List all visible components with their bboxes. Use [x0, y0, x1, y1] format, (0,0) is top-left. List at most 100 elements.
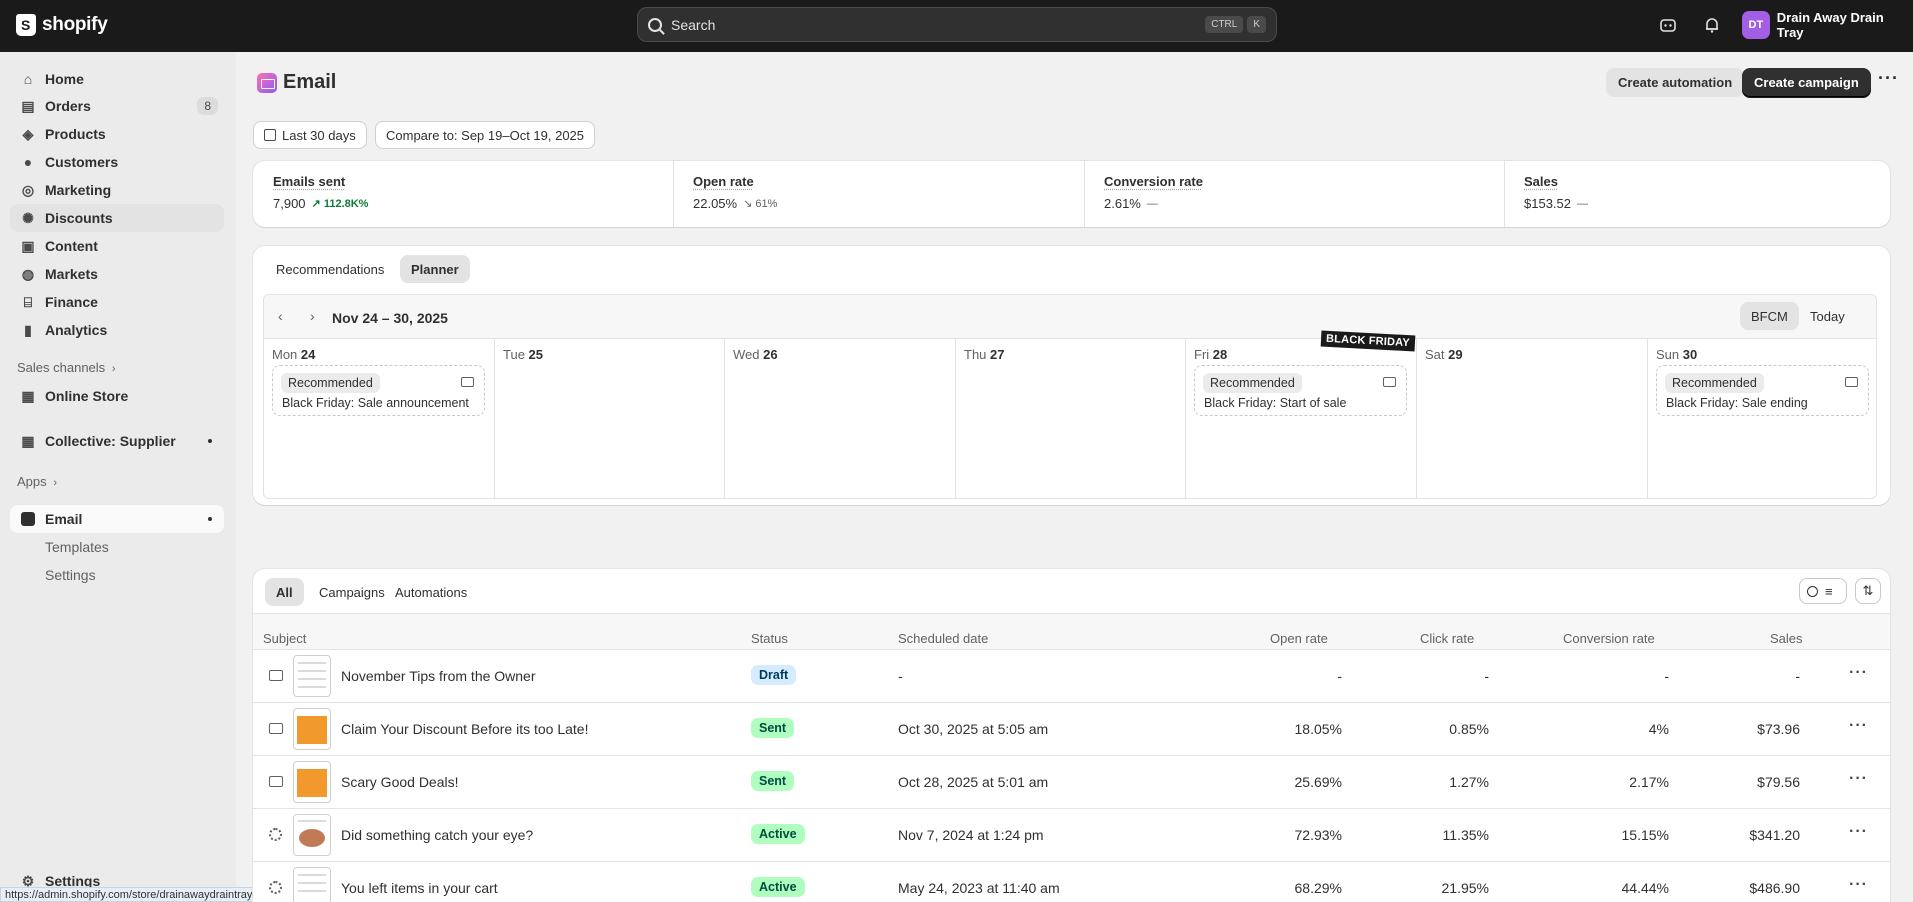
sidebar-item-marketing[interactable]: ◎ Marketing: [10, 176, 224, 204]
recommended-event[interactable]: Recommended Black Friday: Sale ending: [1656, 365, 1869, 416]
day-column[interactable]: Fri 28 Recommended Black Friday: Start o…: [1186, 339, 1417, 498]
day-column[interactable]: Sun 30 Recommended Black Friday: Sale en…: [1648, 339, 1876, 498]
chevron-right-icon[interactable]: ›: [310, 308, 315, 324]
day-column[interactable]: Sat 29: [1417, 339, 1648, 498]
metric-sales[interactable]: Sales $153.52 —: [1504, 161, 1890, 227]
column-header-status[interactable]: Status: [751, 631, 788, 646]
tab-campaigns[interactable]: Campaigns: [308, 578, 396, 606]
discount-icon: ✺: [22, 209, 34, 226]
chevron-left-icon[interactable]: ‹: [278, 308, 283, 324]
metric-value: 22.05%: [693, 196, 738, 211]
sidebar-item-email[interactable]: Email: [10, 505, 224, 533]
create-campaign-button[interactable]: Create campaign: [1742, 68, 1871, 97]
pin-dot-icon: [208, 439, 212, 443]
day-of-week: Thu: [964, 347, 987, 362]
column-header-conversion-rate[interactable]: Conversion rate: [1563, 631, 1655, 646]
sales-cell: $341.20: [1749, 827, 1800, 843]
search-input[interactable]: Search CTRL K: [637, 7, 1277, 42]
page-title: Email: [257, 71, 336, 94]
sidebar: ⌂ Home ▤ Orders 8 ◈ Products ● Customers…: [0, 52, 236, 902]
apps-label: Apps: [17, 474, 47, 489]
sidebar-item-products[interactable]: ◈ Products: [10, 120, 224, 148]
sort-icon[interactable]: ⇅: [1855, 578, 1881, 604]
metric-label: Emails sent: [273, 174, 346, 189]
today-button[interactable]: Today: [1799, 302, 1856, 330]
bar-chart-icon: ▮: [24, 321, 32, 338]
bell-icon[interactable]: [1703, 16, 1721, 34]
sales-channels-heading[interactable]: Sales channels ›: [17, 360, 116, 375]
tab-automations[interactable]: Automations: [384, 578, 478, 606]
day-column[interactable]: Tue 25: [495, 339, 725, 498]
column-header-open-rate[interactable]: Open rate: [1270, 631, 1328, 646]
date-range-label: Last 30 days: [282, 127, 356, 143]
table-row[interactable]: Claim Your Discount Before its too Late!…: [253, 702, 1890, 755]
more-actions-icon[interactable]: ···: [1878, 68, 1899, 89]
recommended-event[interactable]: Recommended Black Friday: Sale announcem…: [272, 365, 485, 416]
metric-delta: ↘ 61%: [743, 198, 778, 210]
store-menu[interactable]: DT Drain Away Drain Tray: [1742, 10, 1913, 40]
compare-button[interactable]: Compare to: Sep 19–Oct 19, 2025: [375, 121, 596, 149]
sidebar-item-analytics[interactable]: ▮ Analytics: [10, 316, 224, 344]
tab-all[interactable]: All: [265, 578, 304, 606]
sidebar-item-finance[interactable]: ⌸ Finance: [10, 288, 224, 316]
conversion-rate-cell: 15.15%: [1621, 827, 1669, 843]
row-more-icon[interactable]: ···: [1849, 876, 1868, 894]
tab-planner[interactable]: Planner: [400, 255, 470, 283]
sidebar-item-collective[interactable]: ▦ Collective: Supplier: [10, 427, 224, 455]
metric-conversion-rate[interactable]: Conversion rate 2.61% —: [1084, 161, 1504, 227]
automation-gear-icon: [269, 828, 282, 841]
sidebar-item-home[interactable]: ⌂ Home: [10, 65, 224, 93]
recommended-event[interactable]: Recommended Black Friday: Start of sale: [1194, 365, 1407, 416]
row-more-icon[interactable]: ···: [1849, 770, 1868, 788]
metric-emails-sent[interactable]: Emails sent 7,900 ↗ 112.8K%: [253, 161, 673, 227]
automation-gear-icon: [269, 881, 282, 894]
metric-delta: ↗ 112.8K%: [311, 198, 369, 210]
sidebar-item-markets[interactable]: ◍ Markets: [10, 260, 224, 288]
day-date: 26: [763, 347, 778, 362]
sidebar-item-orders[interactable]: ▤ Orders 8: [10, 92, 224, 120]
row-more-icon[interactable]: ···: [1849, 664, 1868, 682]
email-thumbnail: [293, 655, 331, 697]
calendar-icon: [264, 129, 276, 141]
day-column[interactable]: Mon 24 Recommended Black Friday: Sale an…: [264, 339, 495, 498]
click-rate-cell: 1.27%: [1449, 774, 1489, 790]
apps-heading[interactable]: Apps ›: [17, 474, 57, 489]
shopify-logo[interactable]: shopify: [16, 14, 108, 36]
table-row[interactable]: Scary Good Deals! Sent Oct 28, 2025 at 5…: [253, 755, 1890, 808]
page-title-text: Email: [283, 71, 337, 93]
table-row[interactable]: You left items in your cart Active May 2…: [253, 861, 1890, 902]
status-badge: Sent: [751, 771, 795, 791]
column-header-click-rate[interactable]: Click rate: [1420, 631, 1474, 646]
metric-open-rate[interactable]: Open rate 22.05% ↘ 61%: [673, 161, 1084, 227]
day-name: Thu 27: [964, 347, 1005, 362]
status-badge: Active: [751, 877, 805, 897]
column-header-subject[interactable]: Subject: [263, 631, 306, 646]
day-column[interactable]: Wed 26: [725, 339, 956, 498]
day-column[interactable]: Thu 27: [956, 339, 1186, 498]
day-of-week: Mon: [272, 347, 298, 362]
date-range-button[interactable]: Last 30 days: [253, 121, 367, 149]
open-rate-cell: 18.05%: [1294, 721, 1342, 737]
tab-recommendations[interactable]: Recommendations: [265, 255, 395, 283]
table-row[interactable]: November Tips from the Owner Draft - - -…: [253, 649, 1890, 702]
sidebar-item-templates[interactable]: Templates: [45, 539, 109, 555]
sidekick-icon[interactable]: [1659, 16, 1677, 34]
sidebar-item-label: Email: [45, 511, 83, 527]
inbox-icon: ▤: [21, 97, 35, 114]
day-name: Tue 25: [503, 347, 543, 362]
sidebar-item-customers[interactable]: ● Customers: [10, 148, 224, 176]
column-header-scheduled-date[interactable]: Scheduled date: [898, 631, 988, 646]
conversion-rate-cell: 44.44%: [1621, 880, 1669, 896]
sidebar-item-content[interactable]: ▣ Content: [10, 232, 224, 260]
bfcm-button[interactable]: BFCM: [1740, 302, 1799, 330]
column-header-sales[interactable]: Sales: [1770, 631, 1803, 646]
row-more-icon[interactable]: ···: [1849, 823, 1868, 841]
sidebar-item-online-store[interactable]: ▦ Online Store: [10, 382, 224, 410]
open-rate-cell: 25.69%: [1294, 774, 1342, 790]
sidebar-item-email-settings[interactable]: Settings: [45, 567, 96, 583]
row-more-icon[interactable]: ···: [1849, 717, 1868, 735]
sidebar-item-discounts[interactable]: ✺ Discounts: [10, 204, 224, 232]
create-automation-button[interactable]: Create automation: [1606, 68, 1745, 97]
table-row[interactable]: Did something catch your eye? Active Nov…: [253, 808, 1890, 861]
search-filter-button[interactable]: ≡: [1799, 578, 1847, 604]
